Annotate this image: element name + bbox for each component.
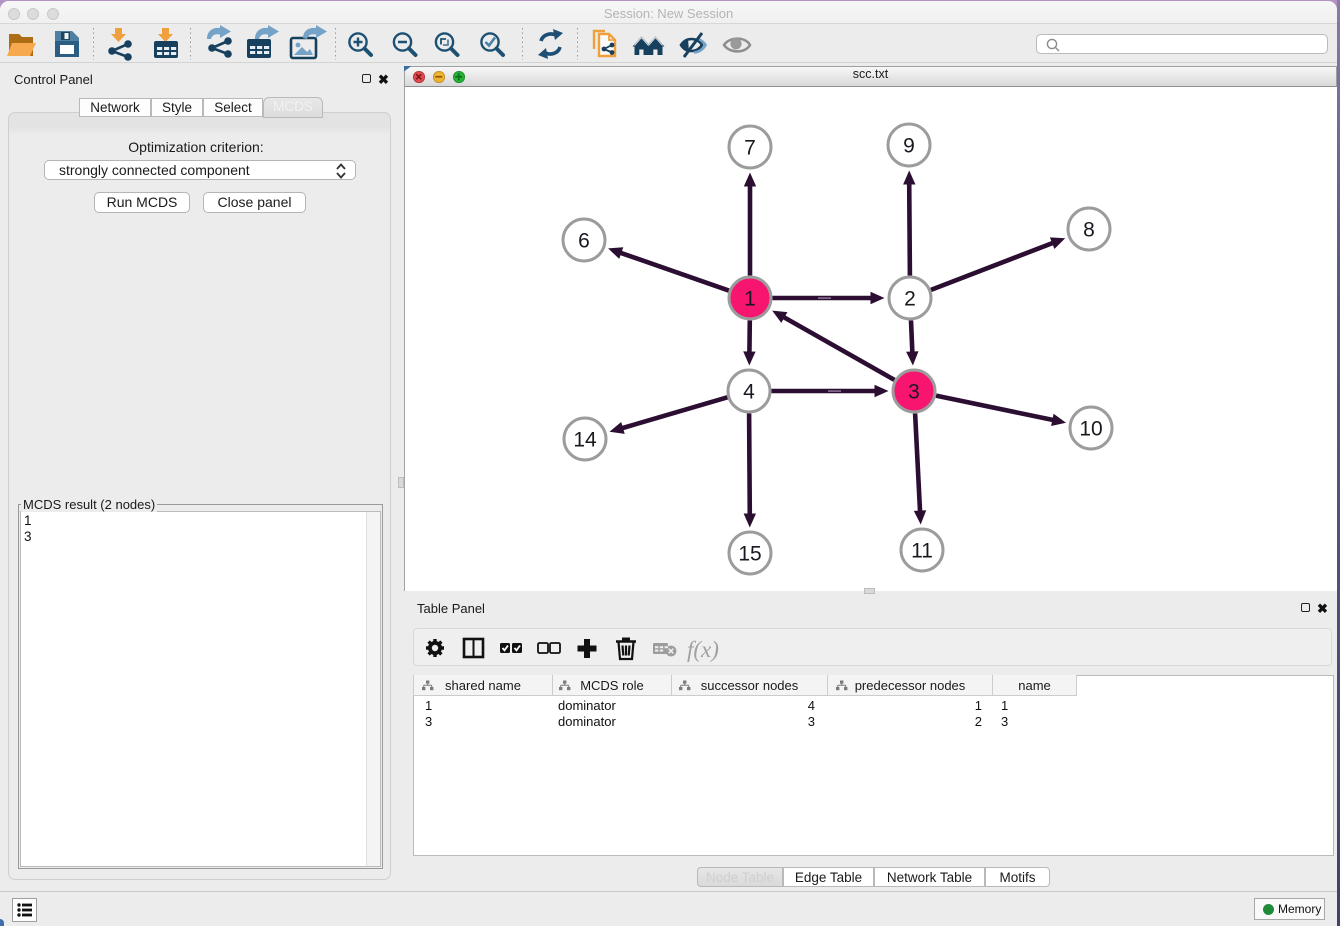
svg-text:1: 1 xyxy=(744,288,756,311)
svg-text:4: 4 xyxy=(743,381,755,404)
svg-text:7: 7 xyxy=(744,137,756,160)
svg-text:f(x): f(x) xyxy=(687,637,719,662)
svg-text:11: 11 xyxy=(911,540,933,563)
svg-text:9: 9 xyxy=(903,135,915,158)
svg-text:6: 6 xyxy=(578,230,590,253)
svg-text:3: 3 xyxy=(908,381,920,404)
svg-text:14: 14 xyxy=(573,429,597,452)
svg-text:2: 2 xyxy=(904,288,916,311)
svg-text:10: 10 xyxy=(1079,418,1102,441)
svg-text:8: 8 xyxy=(1083,219,1095,242)
svg-text:15: 15 xyxy=(738,543,761,566)
